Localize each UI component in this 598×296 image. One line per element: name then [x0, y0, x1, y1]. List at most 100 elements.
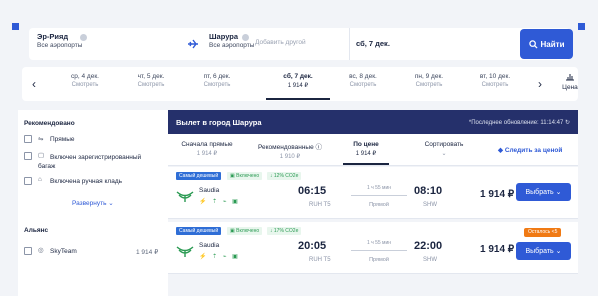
- origin-field[interactable]: Эр-Рияд Все аэропорты: [29, 28, 179, 60]
- date-option[interactable]: пт, 6 дек. Смотреть: [186, 73, 248, 88]
- amenities-icons: ⚡ ⇡ ⌁ ▣: [199, 254, 240, 260]
- flight-price: 1 914 ₽: [480, 189, 515, 200]
- direct-label: Прямой: [369, 257, 389, 263]
- sort-by-price[interactable]: По цене 1 914 ₽: [343, 141, 389, 157]
- choose-label: Выбрать: [525, 188, 554, 196]
- included-tag: ▣ Включено: [227, 227, 263, 235]
- bell-icon: ◆: [498, 147, 503, 154]
- flight-price: 1 914 ₽: [480, 244, 515, 255]
- date-field[interactable]: сб, 7 дек.: [356, 39, 390, 48]
- direct-label: Прямой: [369, 202, 389, 208]
- date-option-label: пт, 6 дек.: [203, 73, 231, 80]
- price-graph-button[interactable]: Цена: [558, 72, 582, 91]
- prev-dates-arrow[interactable]: ‹: [32, 77, 36, 91]
- included-tag: ▣ Включено: [227, 172, 263, 180]
- suitcase-icon: ▣: [230, 228, 235, 234]
- arrival-airport: SHW: [423, 257, 437, 263]
- date-option-label: сб, 7 дек.: [283, 73, 313, 80]
- saudia-logo-icon: [176, 191, 194, 202]
- plane-icon: [188, 39, 198, 49]
- filter-handluggage-checkbox[interactable]: [24, 177, 32, 185]
- date-option[interactable]: вт, 10 дек. Смотреть: [464, 73, 526, 88]
- sort-recommended[interactable]: Рекомендованные ⓘ 1 910 ₽: [248, 141, 332, 160]
- origin-airports: Все аэропорты: [37, 42, 83, 49]
- accent-square-left: [12, 23, 19, 30]
- choose-button[interactable]: Выбрать ⌄: [516, 183, 571, 201]
- date-option-label: вт, 10 дек.: [479, 73, 511, 80]
- origin-city: Эр-Рияд: [37, 32, 69, 41]
- chevron-down-icon: ⌄: [108, 200, 114, 207]
- date-option-price: Смотреть: [137, 82, 165, 88]
- direct-icon: ⇋: [38, 136, 44, 143]
- filters-sidebar: Рекомендовано ⇋ Прямые ▢ Включен зарегис…: [18, 110, 168, 296]
- sort-direct-first[interactable]: Сначала прямые 1 914 ₽: [174, 141, 240, 157]
- filter-baggage-checkbox[interactable]: [24, 152, 32, 160]
- last-updated-text: *Последнее обновление: 11:14:47: [468, 120, 564, 126]
- find-button[interactable]: Найти: [520, 29, 573, 59]
- sort-label-text: Рекомендованные: [257, 144, 314, 151]
- filter-handluggage-label: Включена ручная кладь: [50, 178, 123, 185]
- date-option-label: пн, 9 дек.: [414, 73, 444, 80]
- alliance-skyteam-price: 1 914 ₽: [136, 249, 159, 256]
- accent-square-right: [578, 23, 585, 30]
- skyteam-icon: ◎: [38, 247, 44, 254]
- saudia-logo-icon: [176, 246, 194, 257]
- flight-card[interactable]: Самый дешевый ▣ Включено ↓ 12% CO2e Saud…: [168, 167, 578, 219]
- selected-sort-underline: [343, 163, 389, 165]
- date-option[interactable]: пн, 9 дек. Смотреть: [398, 73, 460, 88]
- clear-destination-icon[interactable]: [242, 34, 249, 41]
- chevron-down-icon: ⌄: [555, 248, 562, 255]
- date-option-label: ср, 4 дек.: [71, 73, 99, 80]
- recommended-title: Рекомендовано: [24, 120, 75, 127]
- choose-button[interactable]: Выбрать ⌄: [516, 242, 571, 260]
- follow-price-link[interactable]: ◆ Следить за ценой: [498, 146, 562, 154]
- departure-time: 06:15: [298, 185, 327, 197]
- last-updated: *Последнее обновление: 11:14:47 ↻: [469, 119, 570, 126]
- handluggage-icon: ⌂: [38, 176, 42, 183]
- cheapest-tag: Самый дешевый: [176, 227, 222, 235]
- date-option-price: Смотреть: [349, 82, 377, 88]
- co2-tag: ↓ 12% CO2e: [267, 172, 302, 180]
- add-other-destination[interactable]: Добавить другой: [255, 39, 306, 46]
- date-option[interactable]: чт, 5 дек. Смотреть: [120, 73, 182, 88]
- date-option-label: вс, 8 дек.: [349, 73, 377, 80]
- date-option[interactable]: ср, 4 дек. Смотреть: [54, 73, 116, 88]
- arrival-time: 08:10: [414, 185, 443, 197]
- co2-tag: ↓ 17% CO2e: [267, 227, 302, 235]
- expand-filters-link[interactable]: Развернуть ⌄: [72, 199, 114, 207]
- find-label: Найти: [540, 39, 565, 49]
- search-bar: Эр-Рияд Все аэропорты Шарура Все аэропор…: [29, 28, 570, 60]
- next-dates-arrow[interactable]: ›: [538, 77, 542, 91]
- alliance-skyteam-checkbox[interactable]: [24, 247, 32, 255]
- chevron-down-icon: ⌄: [555, 189, 562, 196]
- price-graph-label: Цена: [562, 84, 578, 91]
- date-option[interactable]: вс, 8 дек. Смотреть: [332, 73, 394, 88]
- included-text: Включено: [236, 173, 260, 179]
- refresh-icon[interactable]: ↻: [565, 120, 570, 126]
- date-option-label: чт, 5 дек.: [137, 73, 165, 80]
- info-icon[interactable]: ⓘ: [316, 144, 323, 151]
- date-option-price: Смотреть: [481, 82, 509, 88]
- cheapest-tag: Самый дешевый: [176, 172, 222, 180]
- departure-time: 20:05: [298, 240, 327, 252]
- date-option-selected[interactable]: сб, 7 дек. 1 914 ₽: [267, 73, 329, 89]
- selected-date-underline: [266, 98, 330, 100]
- route-line: [351, 195, 407, 196]
- flight-card[interactable]: Самый дешевый ▣ Включено ↓ 17% CO2e Saud…: [168, 222, 578, 274]
- flight-duration: 1 ч 55 мин: [366, 185, 392, 191]
- clear-origin-icon[interactable]: [80, 34, 87, 41]
- sort-bar: Сначала прямые 1 914 ₽ Рекомендованные ⓘ…: [168, 134, 578, 166]
- filter-direct-checkbox[interactable]: [24, 135, 32, 143]
- results-title: Вылет в город Шарура: [176, 118, 262, 127]
- sort-label: Рекомендованные ⓘ: [248, 141, 332, 151]
- date-option-price: Смотреть: [71, 82, 99, 88]
- arrival-airport: SHW: [423, 202, 437, 208]
- follow-price-label: Следить за ценой: [504, 147, 563, 154]
- departure-airport: RUH T5: [309, 257, 331, 263]
- alliance-skyteam-label: SkyTeam: [50, 248, 77, 255]
- choose-label: Выбрать: [525, 247, 554, 255]
- sort-dropdown[interactable]: Сортировать ⌄: [414, 141, 474, 157]
- route-line: [351, 250, 407, 251]
- chevron-down-icon: ⌄: [441, 151, 447, 157]
- search-icon: [528, 39, 538, 49]
